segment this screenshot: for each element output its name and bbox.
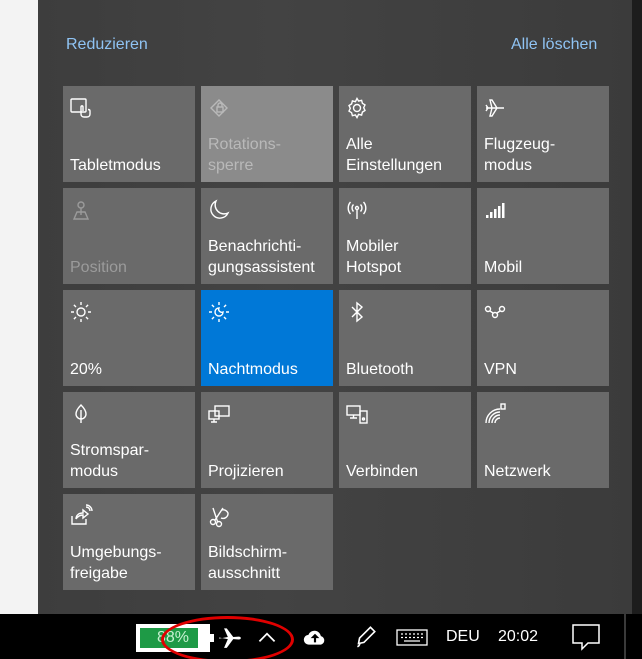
pen-icon[interactable] [352, 624, 378, 650]
taskbar: 88% DEU 20:02 [0, 614, 642, 659]
collapse-link[interactable]: Reduzieren [66, 36, 148, 54]
tile-label: VPN [484, 361, 517, 378]
tile-night-light[interactable]: Nachtmodus [201, 290, 333, 386]
screen-edge [632, 0, 642, 614]
tile-label: Alle Einstellungen [346, 136, 443, 174]
tile-label: Position [70, 259, 127, 276]
notifications-icon [572, 624, 600, 651]
tile-focus-assist[interactable]: Benachrichti- gungsassistent [201, 188, 333, 284]
tile-label: Mobiler Hotspot [346, 238, 402, 276]
tile-label: Tabletmodus [70, 157, 161, 174]
tile-label: Netzwerk [484, 463, 551, 480]
clear-all-link[interactable]: Alle löschen [511, 36, 597, 54]
network-icon [483, 402, 507, 426]
nearby-sharing-icon [69, 504, 93, 528]
desktop-background [0, 0, 38, 614]
vpn-icon [483, 300, 507, 324]
chevron-up-icon[interactable] [254, 624, 280, 650]
location-icon [69, 198, 93, 222]
language-indicator[interactable]: DEU [446, 628, 480, 646]
keyboard-icon[interactable] [396, 624, 428, 650]
tile-label: Umgebungs- freigabe [70, 544, 162, 582]
tile-all-settings[interactable]: Alle Einstellungen [339, 86, 471, 182]
tile-nearby-sharing[interactable]: Umgebungs- freigabe [63, 494, 195, 590]
tile-bluetooth[interactable]: Bluetooth [339, 290, 471, 386]
tile-label: Rotations- sperre [208, 136, 281, 174]
project-icon [207, 402, 231, 426]
airplane-icon [483, 96, 507, 120]
tile-mobile-hotspot[interactable]: Mobiler Hotspot [339, 188, 471, 284]
tile-rotation-lock[interactable]: Rotations- sperre [201, 86, 333, 182]
tile-label: Projizieren [208, 463, 284, 480]
night-light-icon [207, 300, 231, 324]
tile-screen-snip[interactable]: Bildschirm- ausschnitt [201, 494, 333, 590]
battery-nub [210, 634, 214, 642]
clock[interactable]: 20:02 [498, 628, 538, 646]
tile-vpn[interactable]: VPN [477, 290, 609, 386]
show-desktop-divider[interactable] [624, 614, 626, 659]
tile-label: Flugzeug- modus [484, 136, 556, 174]
tile-label: Bluetooth [346, 361, 414, 378]
moon-icon [207, 198, 231, 222]
tile-label: Nachtmodus [208, 361, 298, 378]
connect-icon [345, 402, 369, 426]
airplane-icon[interactable] [217, 624, 243, 650]
hotspot-icon [345, 198, 369, 222]
tile-label: Stromspar- modus [70, 442, 150, 480]
tile-project[interactable]: Projizieren [201, 392, 333, 488]
bluetooth-icon [345, 300, 369, 324]
tile-label: Bildschirm- ausschnitt [208, 544, 288, 582]
tile-network[interactable]: Netzwerk [477, 392, 609, 488]
snip-icon [207, 504, 231, 528]
cellular-icon [483, 198, 507, 222]
tile-connect[interactable]: Verbinden [339, 392, 471, 488]
battery-percent: 88% [156, 629, 190, 646]
cloud-upload-icon[interactable] [302, 624, 328, 650]
tile-tablet-mode[interactable]: Tabletmodus [63, 86, 195, 182]
tile-airplane-mode[interactable]: Flugzeug- modus [477, 86, 609, 182]
tile-location[interactable]: Position [63, 188, 195, 284]
settings-gear-icon [345, 96, 369, 120]
action-center-button[interactable] [556, 614, 618, 659]
battery-saver-icon [69, 402, 93, 426]
tile-brightness[interactable]: 20% [63, 290, 195, 386]
tablet-mode-icon [69, 96, 93, 120]
tile-label: 20% [70, 361, 103, 378]
brightness-icon [69, 300, 93, 324]
tile-battery-saver[interactable]: Stromspar- modus [63, 392, 195, 488]
battery-indicator[interactable]: 88% [136, 624, 214, 652]
tile-label: Verbinden [346, 463, 419, 480]
tile-label: Benachrichti- gungsassistent [208, 238, 315, 276]
tile-cellular[interactable]: Mobil [477, 188, 609, 284]
tile-label: Mobil [484, 259, 523, 276]
rotation-lock-icon [207, 96, 231, 120]
